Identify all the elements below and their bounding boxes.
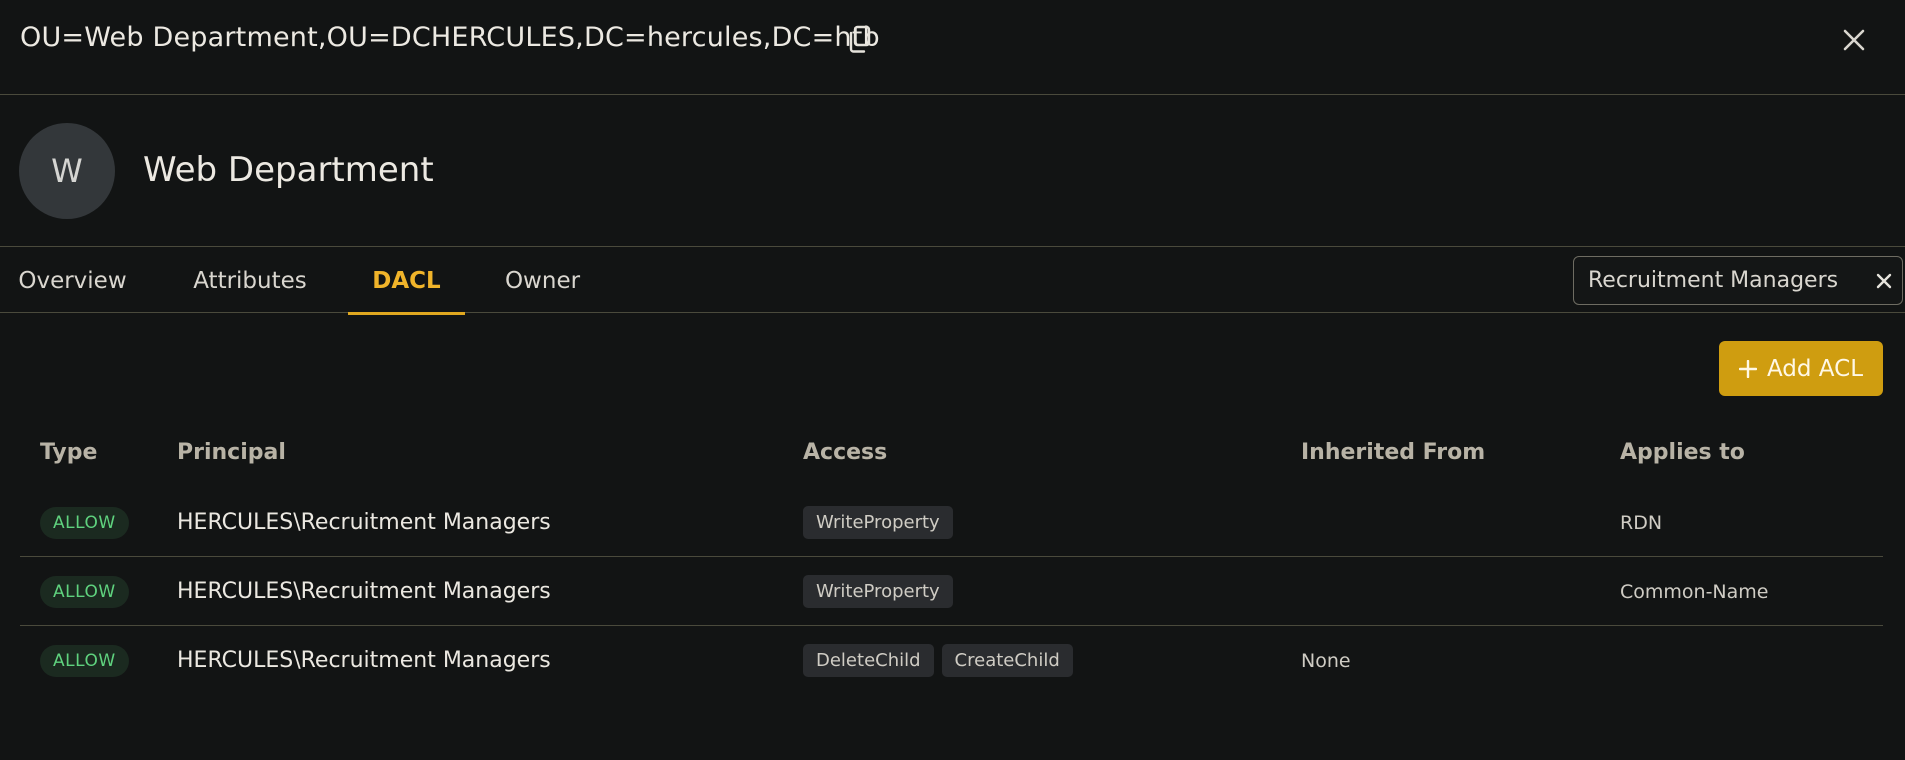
add-acl-label: Add ACL xyxy=(1766,355,1864,382)
tab-overview[interactable]: Overview xyxy=(18,248,126,313)
distinguished-name: OU=Web Department,OU=DCHERCULES,DC=hercu… xyxy=(20,22,880,53)
principal-name: HERCULES\Recruitment Managers xyxy=(177,648,551,673)
principal-name: HERCULES\Recruitment Managers xyxy=(177,510,551,535)
clear-filter-icon[interactable] xyxy=(1874,271,1894,291)
close-icon[interactable] xyxy=(1840,26,1868,54)
panel-header: OU=Web Department,OU=DCHERCULES,DC=hercu… xyxy=(0,0,1905,95)
column-header-access: Access xyxy=(803,440,888,465)
principal-name: HERCULES\Recruitment Managers xyxy=(177,579,551,604)
avatar: W xyxy=(19,123,115,219)
table-row[interactable]: ALLOW HERCULES\Recruitment Managers Dele… xyxy=(20,626,1883,695)
table-row[interactable]: ALLOW HERCULES\Recruitment Managers Writ… xyxy=(20,488,1883,557)
plus-icon xyxy=(1738,359,1757,378)
access-chip: CreateChild xyxy=(941,644,1073,677)
access-chip: DeleteChild xyxy=(803,644,934,677)
access-chip: WriteProperty xyxy=(803,575,953,608)
tab-attributes[interactable]: Attributes xyxy=(190,248,310,313)
tab-owner[interactable]: Owner xyxy=(505,248,580,313)
dacl-table: Type Principal Access Inherited From App… xyxy=(20,420,1883,695)
column-header-principal: Principal xyxy=(177,440,286,465)
column-header-type: Type xyxy=(40,440,98,465)
object-detail-panel: OU=Web Department,OU=DCHERCULES,DC=hercu… xyxy=(0,0,1905,760)
principal-filter xyxy=(1573,256,1903,305)
object-name: Web Department xyxy=(143,150,434,190)
type-badge: ALLOW xyxy=(40,575,129,608)
type-badge: ALLOW xyxy=(40,644,129,677)
inherited-from: None xyxy=(1301,649,1351,672)
column-header-applies-to: Applies to xyxy=(1620,440,1745,465)
column-header-inherited-from: Inherited From xyxy=(1301,440,1486,465)
applies-to: Common-Name xyxy=(1620,580,1769,603)
applies-to: RDN xyxy=(1620,511,1663,534)
tab-bar: Overview Attributes DACL Owner xyxy=(0,248,1905,315)
add-acl-button[interactable]: Add ACL xyxy=(1719,341,1883,396)
object-identity: W Web Department xyxy=(0,96,1905,247)
access-chip: WriteProperty xyxy=(803,506,953,539)
table-header: Type Principal Access Inherited From App… xyxy=(20,420,1883,488)
tab-dacl[interactable]: DACL xyxy=(348,248,465,315)
table-row[interactable]: ALLOW HERCULES\Recruitment Managers Writ… xyxy=(20,557,1883,626)
copy-icon[interactable] xyxy=(846,24,874,54)
type-badge: ALLOW xyxy=(40,506,129,539)
filter-input[interactable] xyxy=(1588,257,1858,304)
